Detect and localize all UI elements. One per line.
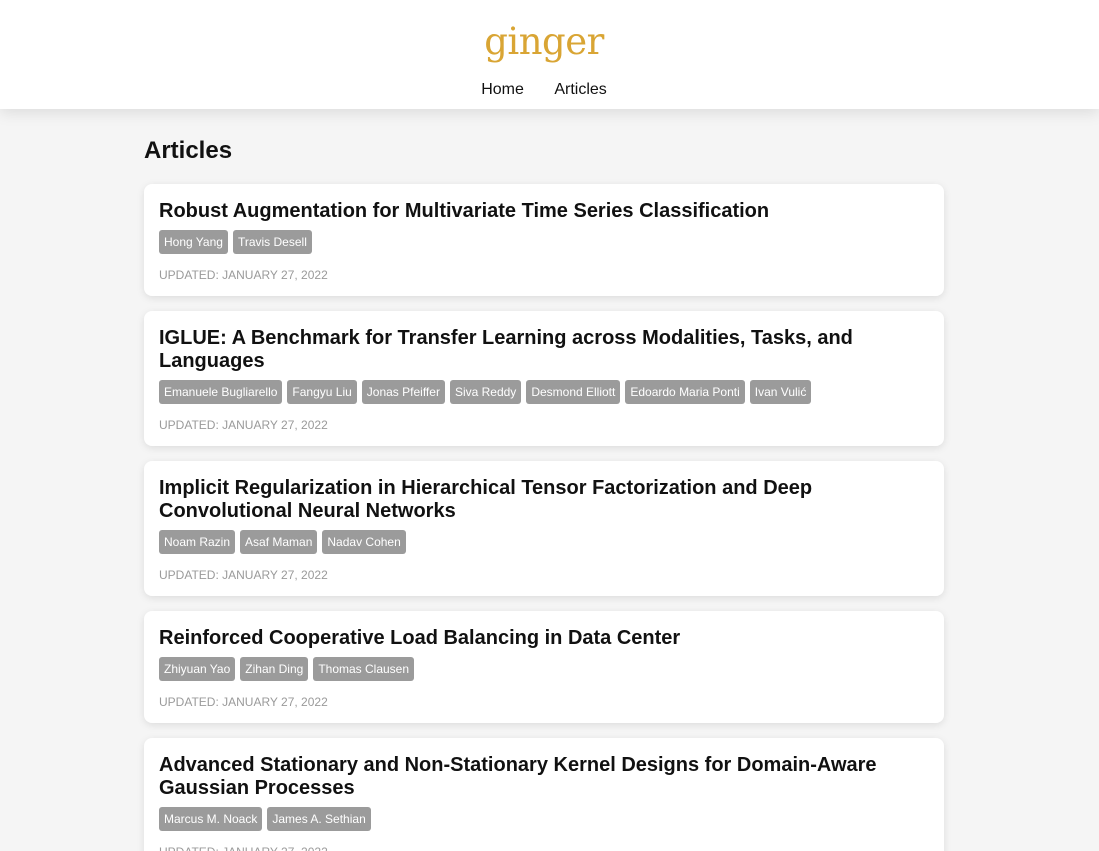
author-tags: Marcus M. Noack James A. Sethian xyxy=(159,807,929,831)
author-tag[interactable]: Jonas Pfeiffer xyxy=(361,380,445,404)
author-tag[interactable]: James A. Sethian xyxy=(267,807,371,831)
author-tag[interactable]: Travis Desell xyxy=(232,230,312,254)
author-tag[interactable]: Marcus M. Noack xyxy=(159,807,263,831)
article-title[interactable]: IGLUE: A Benchmark for Transfer Learning… xyxy=(159,326,929,373)
article-card[interactable]: Implicit Regularization in Hierarchical … xyxy=(144,461,944,596)
page-title: Articles xyxy=(144,137,233,164)
site-header: ginger Home Articles xyxy=(0,0,1099,109)
author-tags: Emanuele Bugliarello Fangyu Liu Jonas Pfei… xyxy=(159,380,929,404)
author-tag[interactable]: Desmond Elliott xyxy=(526,380,621,404)
author-tag[interactable]: Hong Yang xyxy=(159,230,228,254)
updated-date: UPDATED: JANUARY 27, 2022 xyxy=(159,845,929,851)
author-tag[interactable]: Thomas Clausen xyxy=(313,657,415,681)
nav-link-home[interactable]: Home xyxy=(481,81,524,98)
nav-link-articles[interactable]: Articles xyxy=(554,81,606,98)
article-list: Robust Augmentation for Multivariate Tim… xyxy=(144,184,944,851)
author-tag[interactable]: Zihan Ding xyxy=(240,657,309,681)
updated-date: UPDATED: JANUARY 27, 2022 xyxy=(159,695,328,709)
author-tags: Zhiyuan Yao Zihan Ding Thomas Clausen xyxy=(159,657,929,681)
article-title[interactable]: Implicit Regularization in Hierarchical … xyxy=(159,476,929,523)
article-card[interactable]: IGLUE: A Benchmark for Transfer Learning… xyxy=(144,311,944,446)
updated-date: UPDATED: JANUARY 27, 2022 xyxy=(159,418,328,432)
author-tag[interactable]: Emanuele Bugliarello xyxy=(159,380,283,404)
author-tag[interactable]: Asaf Maman xyxy=(240,530,318,554)
article-title[interactable]: Robust Augmentation for Multivariate Tim… xyxy=(159,199,929,223)
author-tag[interactable]: Edoardo Maria Ponti xyxy=(625,380,745,404)
author-tag[interactable]: Siva Reddy xyxy=(449,380,522,404)
main-nav: Home Articles xyxy=(0,80,1088,99)
author-tags: Hong Yang Travis Desell xyxy=(159,230,929,254)
author-tag[interactable]: Nadav Cohen xyxy=(322,530,406,554)
article-card[interactable]: Robust Augmentation for Multivariate Tim… xyxy=(144,184,944,296)
main-content: Articles Robust Augmentation for Multiva… xyxy=(0,109,1099,851)
article-card[interactable]: Advanced Stationary and Non-Stationary K… xyxy=(144,738,944,851)
author-tag[interactable]: Ivan Vulić xyxy=(749,380,812,404)
author-tags: Noam Razin Asaf Maman Nadav Cohen xyxy=(159,530,929,554)
updated-date: UPDATED: JANUARY 27, 2022 xyxy=(159,268,328,282)
author-tag[interactable]: Noam Razin xyxy=(159,530,236,554)
article-title[interactable]: Advanced Stationary and Non-Stationary K… xyxy=(159,753,929,800)
author-tag[interactable]: Fangyu Liu xyxy=(287,380,357,404)
updated-date: UPDATED: JANUARY 27, 2022 xyxy=(159,568,328,582)
site-logo[interactable]: ginger xyxy=(0,20,1088,64)
author-tag[interactable]: Zhiyuan Yao xyxy=(159,657,236,681)
article-card[interactable]: Reinforced Cooperative Load Balancing in… xyxy=(144,611,944,723)
article-title[interactable]: Reinforced Cooperative Load Balancing in… xyxy=(159,626,929,650)
